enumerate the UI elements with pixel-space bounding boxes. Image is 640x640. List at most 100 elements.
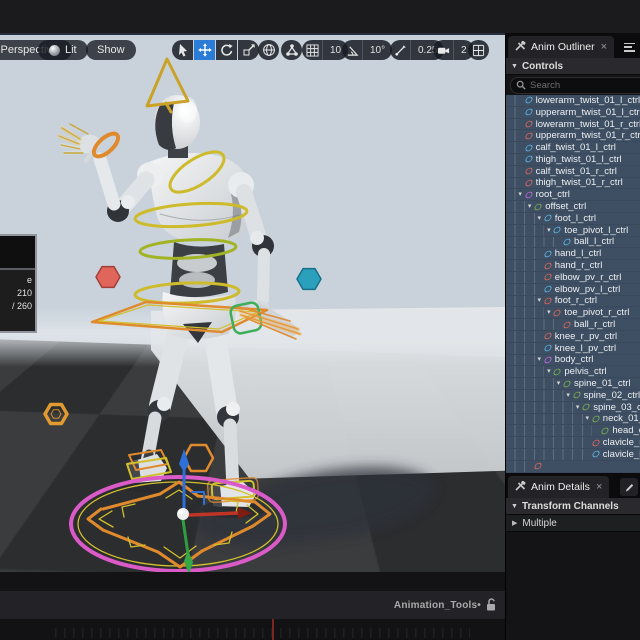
frame-info-top	[0, 236, 35, 270]
tree-row[interactable]: hand_r_ctrl	[506, 260, 640, 272]
frame-info-line: 210	[0, 287, 32, 300]
tree-row[interactable]: ball_r_ctrl	[506, 319, 640, 331]
tree-row-label: calf_twist_01_l_ctrl	[536, 142, 616, 153]
tree-row-label: neck_01_ctrl	[603, 413, 640, 424]
expand-arrow-icon[interactable]: ▾	[583, 415, 592, 422]
tree-row-label: spine_01_ctrl	[574, 378, 631, 389]
expand-arrow-icon[interactable]: ▾	[564, 392, 573, 399]
edit-sequence-button[interactable]	[620, 478, 638, 496]
multiple-row[interactable]: ▶ Multiple	[506, 515, 640, 532]
tree-row[interactable]: ball_l_ctrl	[506, 237, 640, 249]
tree-row[interactable]	[506, 461, 640, 473]
show-menu-button[interactable]: Show	[86, 40, 136, 60]
tree-row[interactable]: thigh_twist_01_l_ctrl	[506, 154, 640, 166]
close-icon[interactable]: ×	[601, 41, 607, 53]
expand-arrow-icon[interactable]: ▾	[535, 297, 544, 304]
tree-row[interactable]: ▾ foot_r_ctrl	[506, 296, 640, 308]
tree-row[interactable]: thigh_twist_01_r_ctrl	[506, 178, 640, 190]
angle-snap-button[interactable]: 10°	[342, 40, 392, 60]
surface-snapping-button[interactable]	[281, 40, 302, 60]
level-lock-button[interactable]	[481, 598, 501, 612]
tree-row-label: foot_r_ctrl	[555, 295, 597, 306]
control-ring-icon	[553, 226, 563, 235]
tree-row-label: spine_02_ctrl	[584, 390, 640, 401]
tree-row[interactable]: knee_l_pv_ctrl	[506, 343, 640, 355]
tree-row[interactable]: clavicle_l_ctrl	[506, 449, 640, 461]
tree-row[interactable]: ▾ neck_01_ctrl	[506, 414, 640, 426]
tree-row-label: hand_l_ctrl	[555, 248, 601, 259]
close-icon[interactable]: ×	[596, 481, 602, 493]
tree-row[interactable]: ▾toe_pivot_l_ctrl	[506, 225, 640, 237]
scale-tool-button[interactable]	[238, 40, 259, 60]
tree-row[interactable]: ▾ spine_01_ctrl	[506, 378, 640, 390]
control-ring-icon	[524, 108, 534, 117]
tree-row[interactable]: ▾body_ctrl	[506, 355, 640, 367]
control-ring-icon	[543, 261, 553, 270]
left-pole-vector-hexagon[interactable]	[96, 267, 120, 288]
search-input[interactable]	[530, 80, 640, 91]
left-ankle-hexagon-control[interactable]	[184, 445, 213, 471]
tree-row[interactable]: ▾spine_03_ctrl	[506, 402, 640, 414]
expand-arrow-icon[interactable]: ▾	[554, 380, 563, 387]
control-ring-icon	[581, 402, 591, 411]
tree-row[interactable]: ▾ spine_02_ctrl	[506, 390, 640, 402]
timeline-ruler[interactable]	[0, 619, 505, 640]
tree-row[interactable]: lowerarm_twist_01_l_ctrl	[506, 95, 640, 107]
select-tool-button[interactable]	[172, 40, 193, 60]
tree-row[interactable]: upperarm_twist_01_r_ctrl	[506, 130, 640, 142]
rotate-tool-button[interactable]	[216, 40, 237, 60]
anim-outliner-tab[interactable]: Anim Outliner ×	[508, 36, 614, 58]
tree-row[interactable]: ▾toe_pivot_r_ctrl	[506, 307, 640, 319]
outliner-tab-bar: Anim Outliner ×	[506, 33, 640, 58]
viewport-canvas[interactable]: Perspective Lit Show	[0, 33, 505, 574]
tree-row[interactable]: upperarm_twist_01_l_ctrl	[506, 107, 640, 119]
tree-row[interactable]: calf_twist_01_r_ctrl	[506, 166, 640, 178]
coordinate-space-button[interactable]	[258, 40, 279, 60]
expand-arrow-icon[interactable]: ▾	[535, 356, 544, 363]
panel-menu-button[interactable]	[621, 39, 637, 55]
tree-guides	[506, 119, 516, 130]
lit-mode-button[interactable]: Lit	[38, 40, 88, 60]
expand-arrow-icon[interactable]: ▾	[535, 215, 544, 222]
search-box[interactable]	[510, 77, 640, 94]
control-ring-icon	[562, 320, 572, 329]
control-ring-icon	[524, 143, 534, 152]
snap-nodes-icon	[285, 43, 299, 57]
maximize-viewport-button[interactable]	[468, 40, 489, 60]
expand-arrow-icon[interactable]: ▾	[544, 368, 553, 375]
tree-row[interactable]: elbow_pv_r_ctrl	[506, 272, 640, 284]
left-wrist-ring-control[interactable]	[90, 130, 122, 160]
viewport-bottom-gap	[0, 572, 505, 591]
angle-icon	[346, 44, 359, 57]
expand-arrow-icon[interactable]: ▾	[516, 191, 525, 198]
expand-arrow-icon[interactable]: ▾	[525, 203, 534, 210]
tree-row-label: foot_l_ctrl	[555, 213, 596, 224]
tree-row[interactable]: knee_r_pv_ctrl	[506, 331, 640, 343]
control-ring-icon	[562, 237, 572, 246]
tree-row[interactable]: ▾root_ctrl	[506, 189, 640, 201]
tree-row[interactable]: head_ctrl	[506, 425, 640, 437]
transform-channels-header[interactable]: ▼ Transform Channels	[506, 498, 640, 515]
anim-details-tab[interactable]: Anim Details ×	[508, 476, 609, 498]
tree-row[interactable]: lowerarm_twist_01_r_ctrl	[506, 119, 640, 131]
tree-row[interactable]: elbow_pv_l_ctrl	[506, 284, 640, 296]
tree-row[interactable]: ▾pelvis_ctrl	[506, 366, 640, 378]
tree-row[interactable]: ▾offset_ctrl	[506, 201, 640, 213]
expand-arrow-icon[interactable]: ▾	[573, 404, 582, 411]
controls-section-header[interactable]: ▼ Controls	[506, 58, 640, 75]
level-name-label[interactable]: Animation_Tools•	[394, 600, 481, 611]
move-tool-button[interactable]	[194, 40, 215, 60]
chevron-right-icon: ▶	[512, 519, 517, 527]
right-pole-vector-hexagon[interactable]	[297, 269, 321, 290]
control-ring-icon	[533, 461, 543, 470]
lit-sphere-icon	[49, 45, 60, 56]
control-ring-icon	[543, 355, 553, 364]
tree-guides	[506, 201, 525, 212]
tree-row[interactable]: calf_twist_01_l_ctrl	[506, 142, 640, 154]
expand-arrow-icon[interactable]: ▾	[544, 309, 553, 316]
floor-hexagon-control[interactable]	[45, 405, 67, 424]
tree-row-label: knee_l_pv_ctrl	[555, 343, 616, 354]
tree-row[interactable]: clavicle_r_ctrl	[506, 437, 640, 449]
tree-row[interactable]: ▾ foot_l_ctrl	[506, 213, 640, 225]
tree-row[interactable]: hand_l_ctrl	[506, 248, 640, 260]
